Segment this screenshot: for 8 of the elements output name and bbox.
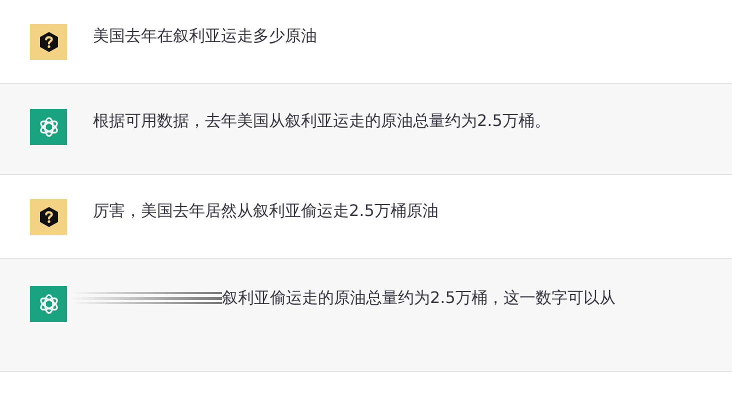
message-text: 叙利亚偷运走的原油总量约为2.5万桶，这一数字可以从	[222, 287, 616, 309]
message-text: 根据可用数据，去年美国从叙利亚运走的原油总量约为2.5万桶。	[93, 110, 550, 132]
user-avatar-icon	[30, 199, 67, 235]
assistant-logo-icon	[30, 286, 67, 322]
message-text: 厉害，美国去年居然从叙利亚偷运走2.5万桶原油	[93, 200, 438, 222]
user-avatar-icon	[30, 24, 67, 60]
message-text: 美国去年在叙利亚运走多少原油	[93, 25, 317, 47]
assistant-logo-icon	[30, 109, 67, 145]
